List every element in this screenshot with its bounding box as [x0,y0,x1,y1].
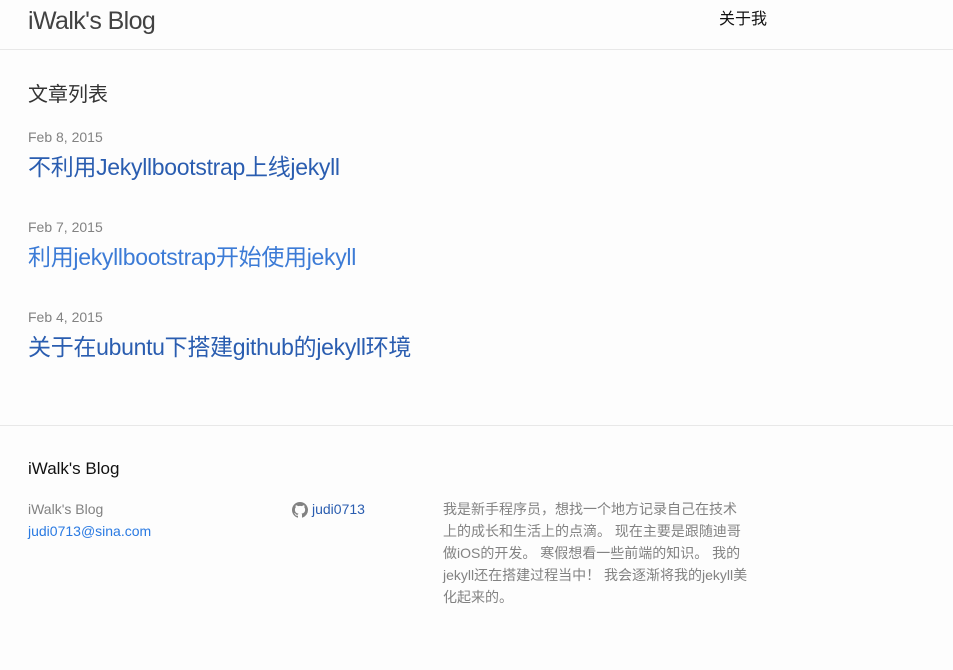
post-title-link[interactable]: 关于在ubuntu下搭建github的jekyll环境 [28,333,411,361]
site-footer: iWalk's Blog iWalk's Blog judi0713@sina.… [0,425,953,670]
site-header: iWalk's Blog 关于我 [0,0,953,50]
post-title-link[interactable]: 不利用Jekyllbootstrap上线jekyll [28,153,340,181]
footer-heading: iWalk's Blog [28,459,120,478]
github-profile-link[interactable]: judi0713 [292,500,365,518]
post-date: Feb 4, 2015 [28,309,103,325]
post-date: Feb 7, 2015 [28,219,103,235]
footer-email-link[interactable]: judi0713@sina.com [28,522,151,540]
footer-author-name: iWalk's Blog [28,501,104,517]
footer-description: 我是新手程序员，想找一个地方记录自己在技术 上的成长和生活上的点滴。 现在主要是… [443,501,748,605]
github-icon [292,502,308,518]
post-date: Feb 8, 2015 [28,129,103,145]
github-username: judi0713 [312,501,365,517]
site-title-link[interactable]: iWalk's Blog [28,6,156,36]
nav-link-about[interactable]: 关于我 [719,10,767,30]
page-heading: 文章列表 [28,84,108,106]
post-title-link[interactable]: 利用jekyllbootstrap开始使用jekyll [28,243,356,271]
